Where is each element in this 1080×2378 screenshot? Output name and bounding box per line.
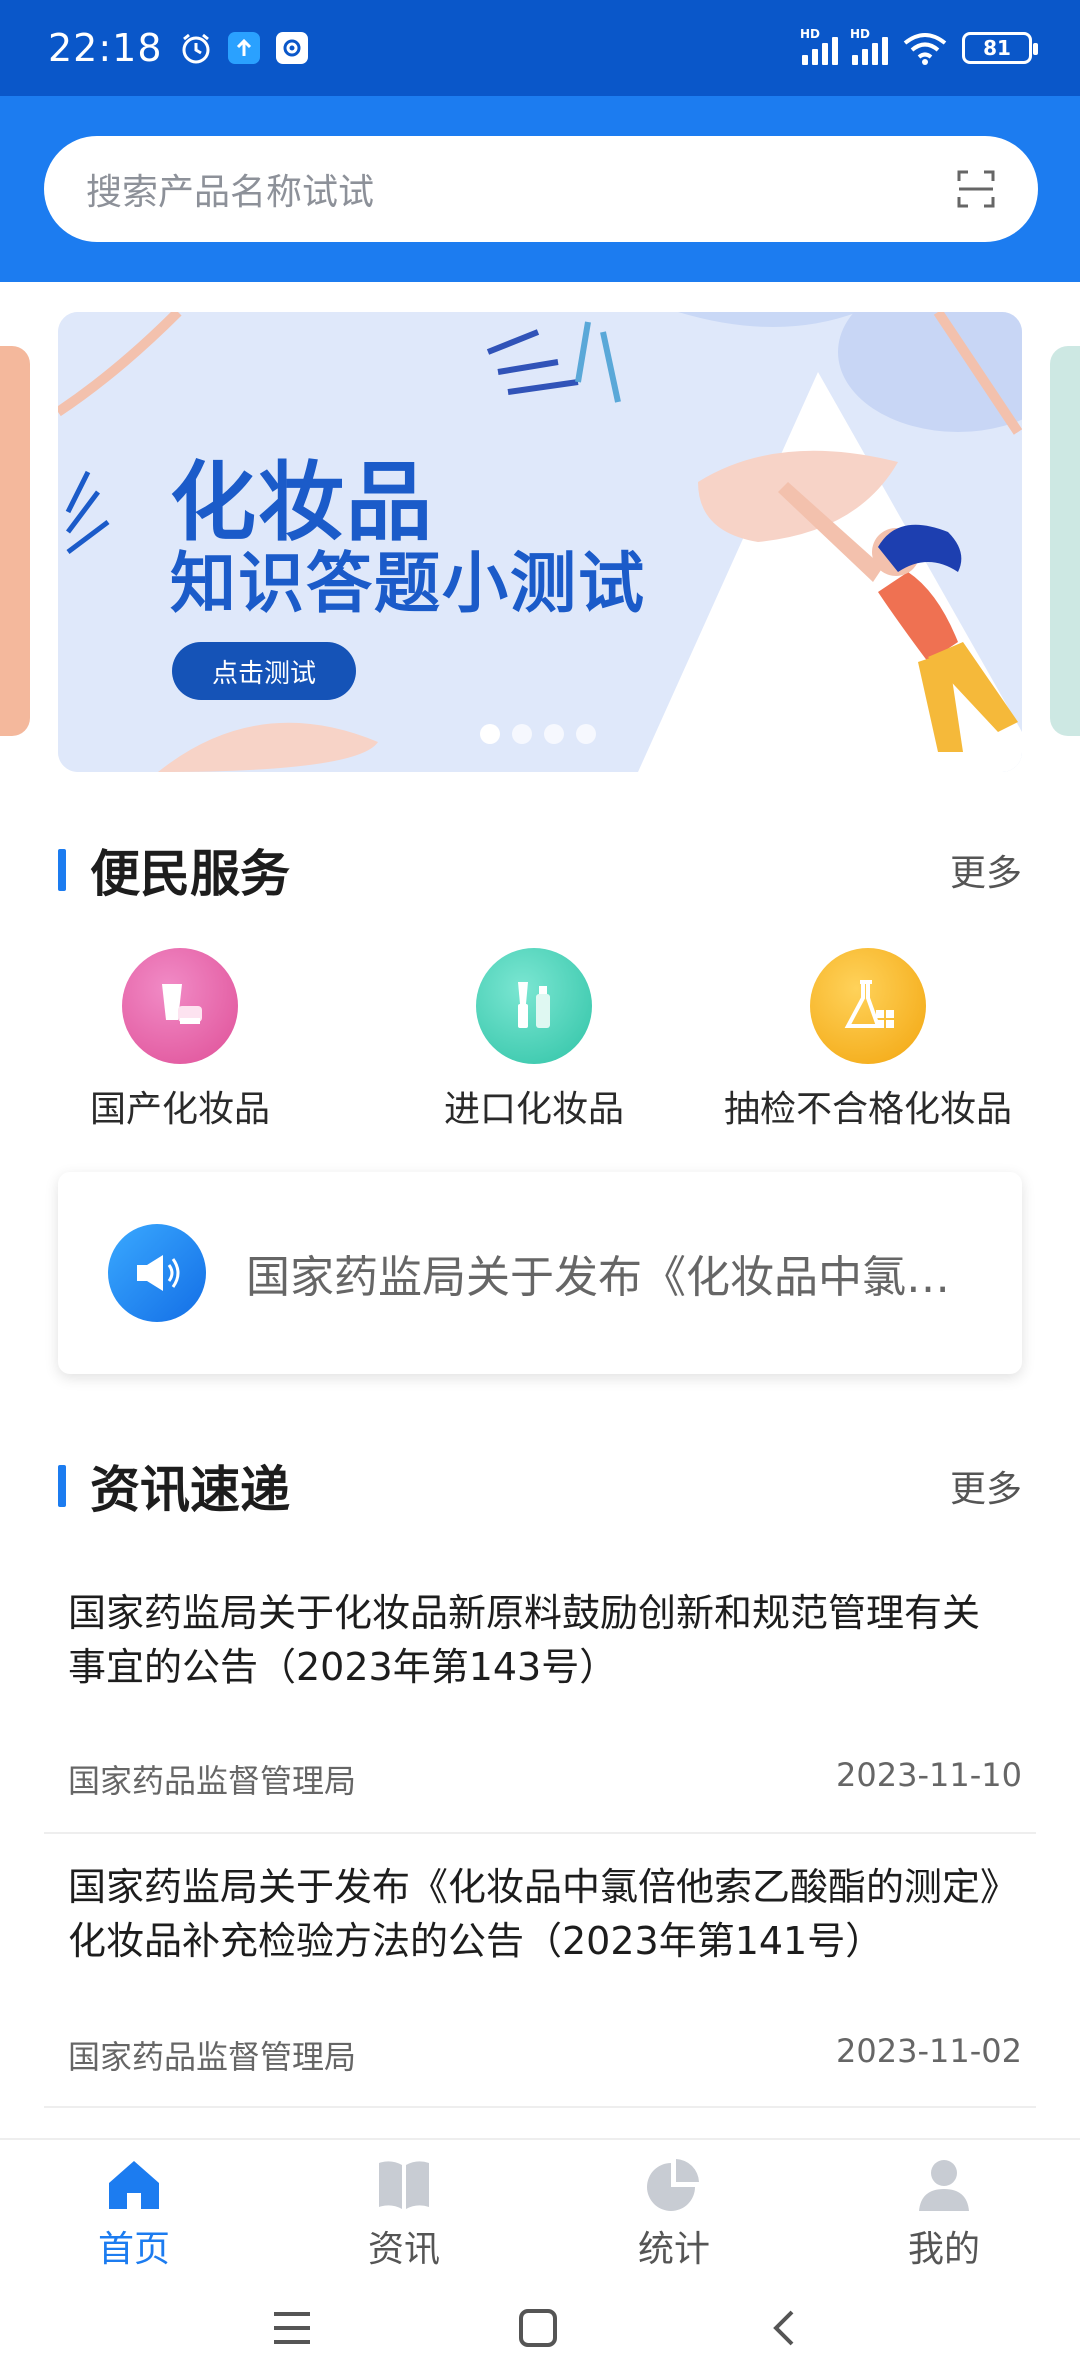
banner-test-button[interactable]: 点击测试	[172, 642, 356, 700]
service-imported-cosmetics[interactable]: 进口化妆品	[412, 948, 656, 1132]
book-icon	[374, 2154, 434, 2214]
services-header: 便民服务 更多	[58, 840, 1022, 903]
upload-icon	[227, 31, 261, 65]
tab-profile[interactable]: 我的	[844, 2154, 1044, 2272]
banner-subtitle: 知识答题小测试	[170, 545, 646, 622]
home-square-icon[interactable]	[508, 2298, 568, 2358]
banner-next-peek[interactable]	[1050, 346, 1080, 736]
status-bar: 22:18 HD HD 81	[0, 0, 1080, 96]
signal-icon-2: HD	[850, 27, 888, 65]
banner-carousel[interactable]: 化妆品 知识答题小测试 点击测试	[58, 312, 1022, 772]
megaphone-icon	[108, 1224, 206, 1322]
pie-chart-icon	[644, 2154, 704, 2214]
bottom-tab-bar: 首页 资讯 统计 我的	[0, 2138, 1080, 2278]
user-icon	[914, 2154, 974, 2214]
carousel-dot[interactable]	[480, 724, 500, 744]
news-item[interactable]: 国家药监局关于发布《化妆品中氯倍他索乙酸酯的测定》化妆品补充检验方法的公告（20…	[44, 1860, 1036, 2108]
news-header: 资讯速递 更多	[58, 1456, 1022, 1519]
services-more-link[interactable]: 更多	[950, 844, 1022, 896]
news-item-title: 国家药监局关于化妆品新原料鼓励创新和规范管理有关事宜的公告（2023年第143号…	[68, 1591, 981, 1689]
news-item-title: 国家药监局关于发布《化妆品中氯倍他索乙酸酯的测定》化妆品补充检验方法的公告（20…	[68, 1865, 1000, 1963]
signal-icon: HD	[800, 27, 838, 65]
services-title: 便民服务	[90, 845, 290, 903]
tab-label: 资讯	[367, 2229, 440, 2270]
news-title: 资讯速递	[90, 1461, 290, 1519]
carousel-dot[interactable]	[544, 724, 564, 744]
home-icon	[104, 2154, 164, 2214]
scan-icon[interactable]	[956, 169, 996, 209]
carousel-dot[interactable]	[512, 724, 532, 744]
news-item[interactable]: 国家药监局关于化妆品新原料鼓励创新和规范管理有关事宜的公告（2023年第143号…	[44, 1586, 1036, 1834]
wifi-icon	[902, 31, 948, 65]
notice-text: 国家药监局关于发布《化妆品中氯倍他索乙酸酯的测定》化妆品补充检验方法的公告	[246, 1252, 986, 1303]
tab-home[interactable]: 首页	[34, 2154, 234, 2272]
banner-prev-peek[interactable]	[0, 346, 30, 736]
brush-bottle-icon	[476, 948, 592, 1064]
flask-icon	[810, 948, 926, 1064]
search-placeholder: 搜索产品名称试试	[86, 172, 375, 213]
service-failed-inspection[interactable]: 抽检不合格化妆品	[724, 948, 1012, 1132]
tab-statistics[interactable]: 统计	[574, 2154, 774, 2272]
alarm-icon	[179, 31, 213, 65]
search-input[interactable]: 搜索产品名称试试	[44, 136, 1038, 242]
settings-icon	[275, 31, 309, 65]
tab-label: 我的	[907, 2229, 980, 2270]
section-accent-bar	[58, 1465, 66, 1507]
header: 搜索产品名称试试	[0, 96, 1080, 282]
carousel-dot[interactable]	[576, 724, 596, 744]
carousel-dots	[480, 724, 596, 744]
notice-card[interactable]: 国家药监局关于发布《化妆品中氯倍他索乙酸酯的测定》化妆品补充检验方法的公告	[58, 1172, 1022, 1374]
system-navigation-bar	[0, 2278, 1080, 2378]
menu-icon[interactable]	[262, 2298, 322, 2358]
tab-news[interactable]: 资讯	[304, 2154, 504, 2272]
service-label: 进口化妆品	[443, 1089, 624, 1130]
news-item-source: 国家药品监督管理局	[68, 2038, 357, 2076]
news-item-date: 2023-11-10	[836, 1756, 1022, 1794]
cosmetics-icon	[122, 948, 238, 1064]
tab-label: 首页	[97, 2229, 170, 2270]
news-item-source: 国家药品监督管理局	[68, 1762, 357, 1800]
section-accent-bar	[58, 849, 66, 891]
tab-label: 统计	[637, 2229, 710, 2270]
news-more-link[interactable]: 更多	[950, 1460, 1022, 1512]
back-icon[interactable]	[754, 2298, 814, 2358]
service-domestic-cosmetics[interactable]: 国产化妆品	[58, 948, 302, 1132]
status-time: 22:18	[48, 26, 163, 70]
services-grid: 国产化妆品 进口化妆品 抽检不合格化妆品	[58, 948, 1058, 1148]
service-label: 国产化妆品	[89, 1089, 270, 1130]
service-label: 抽检不合格化妆品	[724, 1089, 1013, 1130]
battery-icon: 81	[962, 32, 1038, 64]
news-item-date: 2023-11-02	[836, 2032, 1022, 2070]
